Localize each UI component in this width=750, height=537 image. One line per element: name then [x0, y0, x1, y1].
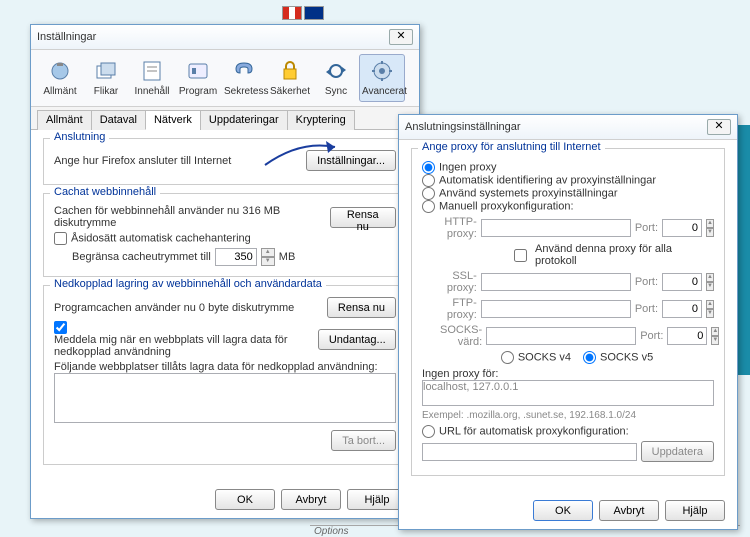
cache-desc: Cachen för webbinnehåll använder nu 316 … [54, 205, 330, 229]
toolbar-tabs[interactable]: Flikar [83, 54, 129, 102]
offline-desc: Programcachen använder nu 0 byte diskutr… [54, 302, 294, 314]
noproxy-example: Exempel: .mozilla.org, .sunet.se, 192.16… [422, 410, 636, 421]
notify-offline-checkbox[interactable] [54, 321, 67, 334]
autourl-input[interactable] [422, 443, 637, 461]
toolbar-general[interactable]: Allmänt [37, 54, 83, 102]
exceptions-button[interactable]: Undantag... [318, 329, 396, 350]
cache-size-spinner[interactable]: ▲▼ [261, 248, 275, 266]
reload-button[interactable]: Uppdatera [641, 441, 714, 462]
port-spinner[interactable]: ▲▼ [706, 300, 714, 318]
tab-updates[interactable]: Uppdateringar [200, 110, 288, 130]
socks-host-input[interactable] [486, 327, 636, 345]
override-cache-label: Åsidosätt automatisk cachehantering [71, 232, 251, 244]
proxy-dialog: Anslutningsinställningar ✕ Ange proxy fö… [398, 114, 738, 530]
toolbar-sync[interactable]: Sync [313, 54, 359, 102]
toolbar-advanced[interactable]: Avancerat [359, 54, 405, 102]
ok-button[interactable]: OK [533, 500, 593, 521]
ssl-port-input[interactable] [662, 273, 702, 291]
clear-cache-button[interactable]: Rensa nu [330, 207, 396, 228]
ftp-proxy-input[interactable] [481, 300, 631, 318]
connection-group: Anslutning Ange hur Firefox ansluter til… [43, 138, 407, 185]
ftp-port-input[interactable] [662, 300, 702, 318]
socks-v5-radio[interactable] [583, 351, 596, 364]
clear-offline-button[interactable]: Rensa nu [327, 297, 396, 318]
tab-dataval[interactable]: Dataval [91, 110, 146, 130]
proxy-system-radio[interactable] [422, 187, 435, 200]
proxy-none-radio[interactable] [422, 161, 435, 174]
flag-icons [282, 6, 324, 20]
socks-v4-radio[interactable] [501, 351, 514, 364]
socks-port-input[interactable] [667, 327, 707, 345]
http-port-input[interactable] [662, 219, 702, 237]
noproxy-label: Ingen proxy för: [422, 368, 498, 380]
toolbar-programs[interactable]: Program [175, 54, 221, 102]
cache-size-input[interactable] [215, 248, 257, 266]
connection-settings-button[interactable]: Inställningar... [306, 150, 396, 171]
same-proxy-checkbox[interactable] [514, 249, 527, 262]
tab-network[interactable]: Nätverk [145, 110, 201, 130]
remove-site-button[interactable]: Ta bort... [331, 430, 396, 451]
limit-cache-label: Begränsa cacheutrymmet till [72, 251, 211, 263]
ssl-proxy-input[interactable] [481, 273, 631, 291]
settings-title: Inställningar [37, 31, 96, 43]
notify-offline-label: Meddela mig när en webbplats vill lagra … [54, 334, 304, 358]
tab-general[interactable]: Allmänt [37, 110, 92, 130]
toolbar-security[interactable]: Säkerhet [267, 54, 313, 102]
offline-sites-list[interactable] [54, 373, 396, 423]
toolbar-content[interactable]: Innehåll [129, 54, 175, 102]
close-icon[interactable]: ✕ [389, 29, 413, 45]
noproxy-textarea[interactable]: localhost, 127.0.0.1 [422, 380, 714, 406]
tab-encryption[interactable]: Kryptering [287, 110, 355, 130]
override-cache-checkbox[interactable] [54, 232, 67, 245]
cache-group: Cachat webbinnehåll Cachen för webbinneh… [43, 193, 407, 277]
help-button[interactable]: Hjälp [665, 500, 725, 521]
proxy-autodetect-radio[interactable] [422, 174, 435, 187]
settings-dialog: Inställningar ✕ Allmänt Flikar Innehåll … [30, 24, 420, 519]
advanced-tabs: Allmänt Dataval Nätverk Uppdateringar Kr… [31, 107, 419, 130]
offline-list-label: Följande webbplatser tillåts lagra data … [54, 361, 378, 373]
ok-button[interactable]: OK [215, 489, 275, 510]
proxy-title: Anslutningsinställningar [405, 121, 521, 133]
cancel-button[interactable]: Avbryt [281, 489, 341, 510]
proxy-group: Ange proxy för anslutning till Internet … [411, 148, 725, 476]
toolbar-privacy[interactable]: Sekretess [221, 54, 267, 102]
connection-desc: Ange hur Firefox ansluter till Internet [54, 155, 231, 167]
http-proxy-input[interactable] [481, 219, 631, 237]
port-spinner[interactable]: ▲▼ [706, 219, 714, 237]
port-spinner[interactable]: ▲▼ [706, 273, 714, 291]
cancel-button[interactable]: Avbryt [599, 500, 659, 521]
proxy-manual-radio[interactable] [422, 200, 435, 213]
offline-group: Nedkopplad lagring av webbinnehåll och a… [43, 285, 407, 465]
proxy-autourl-radio[interactable] [422, 425, 435, 438]
settings-toolbar: Allmänt Flikar Innehåll Program Sekretes… [31, 50, 419, 107]
close-icon[interactable]: ✕ [707, 119, 731, 135]
port-spinner[interactable]: ▲▼ [711, 327, 719, 345]
